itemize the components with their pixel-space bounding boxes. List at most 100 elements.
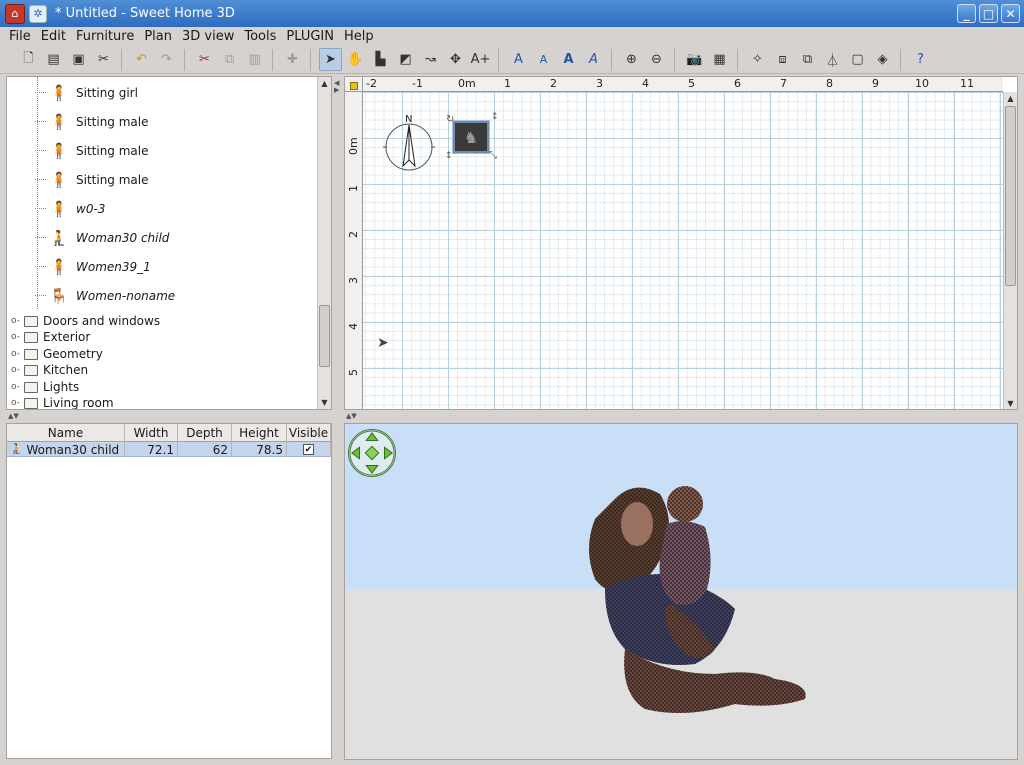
plugin-icon-2[interactable]: ⧈ [771,48,794,71]
scroll-down-icon[interactable]: ▼ [318,396,331,409]
column-name[interactable]: Name [7,424,125,442]
menu-help[interactable]: Help [339,29,379,44]
catalog-item[interactable]: 🪑 Women-noname [7,281,317,310]
scrollbar-thumb[interactable] [319,305,330,367]
expand-icon[interactable]: o- [11,332,20,342]
rotate-handle-icon[interactable]: ↻ [446,114,454,125]
lock-icon[interactable] [350,82,358,90]
window-menu-icon[interactable]: ✲ [29,4,47,23]
plan-grid[interactable]: N ♞ ↻ ↕ ↕ ⤡ ➤ [363,92,1003,409]
catalog-item[interactable]: 🧍 Sitting male [7,107,317,136]
plugin-icon-1[interactable]: ✧ [746,48,769,71]
category-living-room[interactable]: o- Living room [7,395,317,409]
catalog-item[interactable]: 🧍 w0-3 [7,194,317,223]
add-text-icon[interactable]: A+ [469,48,492,71]
compass-icon[interactable]: N [379,112,439,174]
create-walls-icon[interactable]: ▙ [369,48,392,71]
new-home-icon[interactable]: 🗋 [17,48,40,71]
pan-icon[interactable]: ✋ [344,48,367,71]
menu-plan[interactable]: Plan [139,29,177,44]
expand-icon[interactable]: o- [11,365,20,375]
expand-icon[interactable]: o- [11,349,20,359]
plugin-icon-5[interactable]: ▢ [846,48,869,71]
open-icon[interactable]: ▤ [42,48,65,71]
visible-checkbox[interactable]: ✔ [303,444,314,455]
catalog-item[interactable]: 🧍 Women39_1 [7,252,317,281]
category-geometry[interactable]: o- Geometry [7,346,317,362]
plugin-icon-3[interactable]: ⧉ [796,48,819,71]
menu-edit[interactable]: Edit [36,29,71,44]
cut-icon[interactable]: ✂ [193,48,216,71]
app-icon[interactable]: ⌂ [5,3,25,24]
elevation-handle-icon[interactable]: ↕ [491,112,499,122]
scroll-down-icon[interactable]: ▼ [1004,397,1017,409]
plugin-icon-4[interactable]: ⏃ [821,48,844,71]
selected-furniture-piece[interactable]: ♞ [452,120,490,154]
close-button[interactable]: ✕ [1001,4,1020,23]
select-icon[interactable]: ➤ [319,48,342,71]
paste-icon[interactable]: ▥ [243,48,266,71]
column-height[interactable]: Height [232,424,287,442]
plugin-icon-6[interactable]: ◈ [871,48,894,71]
catalog-scrollbar[interactable]: ▲ ▼ [317,77,331,409]
vertical-splitter[interactable]: ◀ ▶ [334,76,342,760]
menu-file[interactable]: File [4,29,36,44]
category-exterior[interactable]: o- Exterior [7,329,317,345]
3d-view[interactable] [344,423,1018,760]
copy-icon[interactable]: ⧉ [218,48,241,71]
create-rooms-icon[interactable]: ◩ [394,48,417,71]
expand-icon[interactable]: o- [11,398,20,408]
resize-handle-icon[interactable]: ⤡ [489,150,497,161]
expand-icon[interactable]: o- [11,316,20,326]
preferences-icon[interactable]: ✂ [92,48,115,71]
column-visible[interactable]: Visible [287,424,331,442]
decrease-text-icon[interactable]: A [532,48,555,71]
splitter-arrows-icon[interactable]: ▲▼ [346,412,357,420]
navigation-arrows-icon[interactable] [348,429,396,477]
scrollbar-thumb[interactable] [1005,106,1016,286]
catalog-item[interactable]: 🧎 Woman30 child [7,223,317,252]
right-splitter[interactable]: ▲▼ [344,412,1018,420]
zoom-in-icon[interactable]: ⊕ [620,48,643,71]
category-doors-and-windows[interactable]: o- Doors and windows [7,313,317,329]
furniture-catalog[interactable]: 🧍 Sitting girl 🧍 Sitting male 🧍 Sitting … [6,76,332,410]
italic-text-icon[interactable]: A [582,48,605,71]
left-splitter[interactable]: ▲▼ [6,412,332,420]
menu-tools[interactable]: Tools [239,29,281,44]
create-polylines-icon[interactable]: ↝ [419,48,442,71]
redo-icon[interactable]: ↷ [155,48,178,71]
catalog-item[interactable]: 🧍 Sitting male [7,165,317,194]
category-kitchen[interactable]: o- Kitchen [7,362,317,378]
save-icon[interactable]: ▣ [67,48,90,71]
furniture-table[interactable]: Name Width Depth Height Visible 🧎 Woman3… [6,423,332,759]
category-lights[interactable]: o- Lights [7,379,317,395]
column-depth[interactable]: Depth [178,424,232,442]
create-photo-icon[interactable]: 📷 [683,48,706,71]
bold-text-icon[interactable]: A [557,48,580,71]
table-row[interactable]: 🧎 Woman30 child 72.1 62 78.5 ✔ [7,442,331,457]
help-icon[interactable]: ? [909,48,932,71]
create-video-icon[interactable]: ▦ [708,48,731,71]
scroll-up-icon[interactable]: ▲ [318,77,331,90]
scroll-up-icon[interactable]: ▲ [1004,92,1017,105]
maximize-button[interactable]: □ [979,4,998,23]
create-dimensions-icon[interactable]: ✥ [444,48,467,71]
column-width[interactable]: Width [125,424,178,442]
increase-text-icon[interactable]: A [507,48,530,71]
plan-scrollbar[interactable]: ▲ ▼ [1003,92,1017,409]
menu-3d-view[interactable]: 3D view [177,29,239,44]
menu-plugin[interactable]: PLUGIN [281,29,339,44]
zoom-out-icon[interactable]: ⊖ [645,48,668,71]
catalog-item[interactable]: 🧍 Sitting girl [7,78,317,107]
splitter-arrows-icon[interactable]: ◀ ▶ [334,80,339,94]
add-furniture-icon[interactable]: ✚ [281,48,304,71]
catalog-item[interactable]: 🧍 Sitting male [7,136,317,165]
height-handle-icon[interactable]: ↕ [445,151,453,161]
undo-icon[interactable]: ↶ [130,48,153,71]
splitter-arrows-icon[interactable]: ▲▼ [8,412,19,420]
expand-icon[interactable]: o- [11,382,20,392]
woman-with-child-3d-model[interactable] [575,479,815,729]
minimize-button[interactable]: _ [957,4,976,23]
plan-view[interactable]: -2 -1 0m 1 2 3 4 5 6 7 8 9 10 11 0m 1 2 … [344,76,1018,410]
menu-furniture[interactable]: Furniture [71,29,139,44]
